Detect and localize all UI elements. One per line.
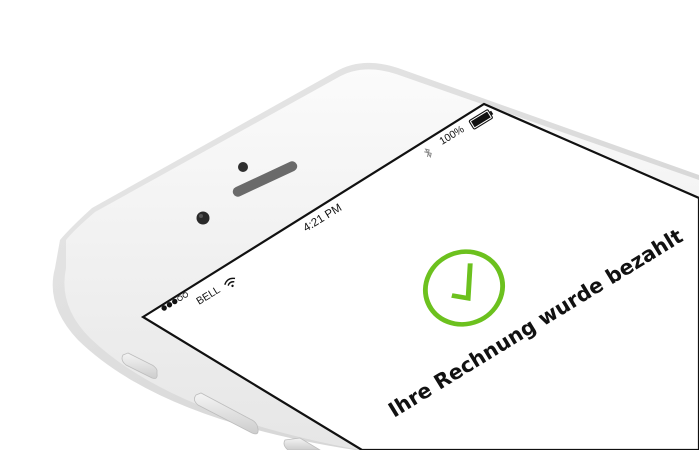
front-camera <box>196 211 210 225</box>
proximity-sensor <box>238 162 248 172</box>
phone-scene: BELL 4:21 PM 100% Ihre Rechnung wurde be… <box>52 62 699 450</box>
